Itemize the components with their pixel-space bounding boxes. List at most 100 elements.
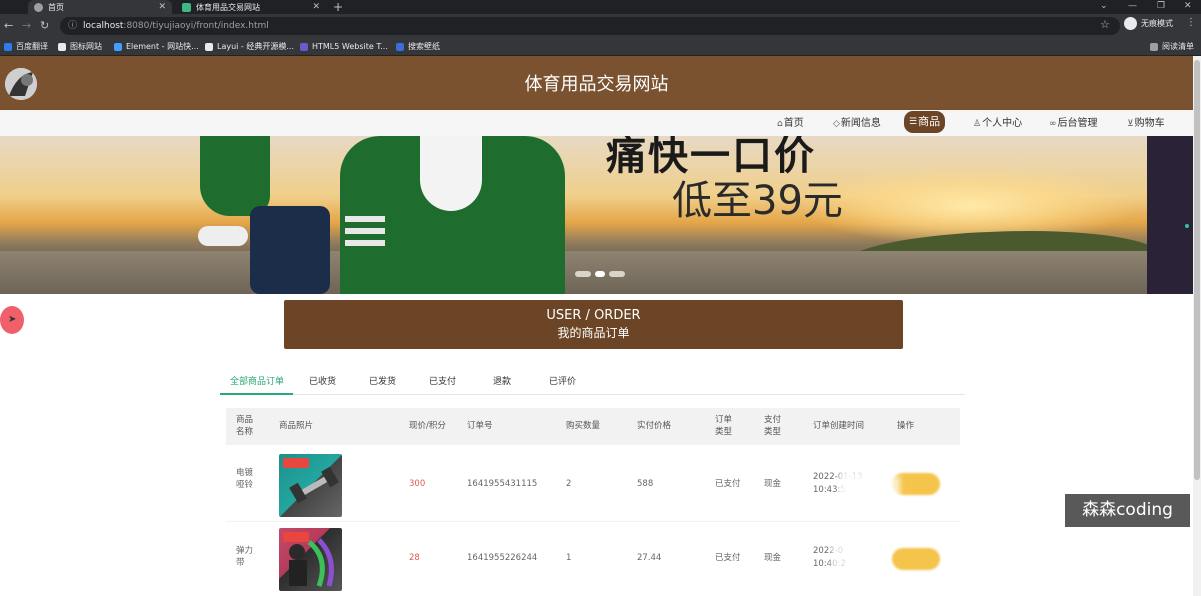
tab-received[interactable]: 已收货 [309, 376, 336, 388]
nav-label: 首页 [783, 118, 804, 129]
globe-icon [34, 2, 43, 12]
forward-icon[interactable]: → [22, 19, 31, 33]
bookmark-label: HTML5 Website T... [312, 42, 388, 51]
carousel-dot[interactable] [575, 271, 591, 277]
info-icon: ⓘ [68, 21, 78, 31]
banner-model-shirt [420, 136, 482, 211]
carousel-dot-active[interactable] [595, 271, 605, 277]
nav-label: 新闻信息 [840, 118, 881, 129]
order-section-header: USER / ORDER 我的商品订单 [284, 300, 903, 349]
close-icon[interactable]: ✕ [312, 0, 320, 14]
page-viewport: 体育用品交易网站 ⌂ 首页 ◇ 新闻信息 ☰ 商品 ♙ 个人中心 ∞ 后台管理 ⊻ 购物车 … [0, 56, 1201, 596]
url-path: :8080/tiyujiaoyi/front/index.html [123, 21, 269, 31]
col-header: 现价/积分 [409, 421, 446, 431]
product-name: 弹力带 [236, 546, 254, 568]
resistance-band-icon [289, 538, 334, 587]
tab-refund[interactable]: 退款 [493, 376, 511, 388]
bookmark-item[interactable]: Layui - 经典开源模... [205, 41, 294, 53]
bookmark-star-icon[interactable]: ☆ [1100, 18, 1110, 31]
browser-tab-site[interactable]: 体育用品交易网站 ✕ [176, 0, 326, 14]
nav-item-admin[interactable]: ∞ 后台管理 [1049, 115, 1098, 133]
close-icon[interactable]: ✕ [158, 0, 166, 14]
price: 300 [409, 479, 426, 489]
site-header: 体育用品交易网站 [0, 56, 1193, 110]
carousel-dot[interactable] [609, 271, 625, 277]
carousel-dots [575, 271, 625, 277]
nav-item-cart[interactable]: ⊻ 购物车 [1127, 115, 1165, 133]
element-icon [114, 43, 122, 51]
order-title-en: USER / ORDER [546, 308, 641, 323]
bookmark-item[interactable]: 搜索壁纸 [396, 41, 440, 53]
quantity: 1 [566, 553, 572, 563]
order-number: 1641955431115 [467, 479, 538, 489]
tab-paid[interactable]: 已支付 [429, 376, 456, 388]
incognito-profile[interactable]: 无痕模式 [1124, 17, 1173, 30]
bookmark-item[interactable]: Element - 网站快... [114, 41, 199, 53]
more-menu-icon[interactable]: ⋮ [1186, 17, 1196, 28]
minimize-icon[interactable]: — [1128, 0, 1137, 12]
site-title: 体育用品交易网站 [524, 74, 669, 95]
new-tab-button[interactable]: + [333, 0, 343, 14]
col-header: 订单类型 [715, 415, 733, 437]
banner-stripe [345, 240, 385, 246]
banner-road [0, 251, 1147, 294]
html5-icon [300, 43, 308, 51]
paid-amount: 27.44 [637, 553, 662, 563]
browser-tab-home[interactable]: 首页 ✕ [28, 0, 172, 14]
layui-icon [205, 43, 213, 51]
translate-icon [4, 43, 12, 51]
bookmark-item[interactable]: 百度翻译 [4, 41, 48, 53]
url-input[interactable]: ⓘ localhost:8080/tiyujiaoyi/front/index.h… [60, 17, 1120, 35]
reload-icon[interactable]: ↻ [40, 19, 49, 33]
cursor-icon: ➤ [8, 314, 17, 325]
order-tabs: 全部商品订单 已收货 已发货 已支付 退款 已评价 [220, 372, 965, 395]
banner-model-left-jeans [250, 206, 330, 294]
tab-search-icon[interactable]: ⌄ [1100, 0, 1108, 12]
banner-headline: 痛快一口价 [606, 136, 816, 179]
order-title-cn: 我的商品订单 [557, 326, 630, 340]
promo-banner[interactable]: 痛快一口价 低至39元 [0, 136, 1147, 294]
bookmark-label: 百度翻译 [16, 42, 48, 51]
window-close-icon[interactable]: ✕ [1184, 0, 1192, 12]
order-type: 已支付 [715, 553, 741, 563]
nav-item-products[interactable]: ☰ 商品 [904, 111, 946, 133]
product-photo[interactable] [279, 528, 342, 591]
page-scrollbar[interactable] [1193, 56, 1201, 596]
address-bar: ← → ↻ ⓘ localhost:8080/tiyujiaoyi/front/i… [0, 14, 1201, 38]
nav-item-home[interactable]: ⌂ 首页 [777, 115, 804, 133]
nav-item-profile[interactable]: ♙ 个人中心 [973, 115, 1022, 133]
bookmark-item[interactable]: 图标网站 [58, 41, 102, 53]
nav-item-news[interactable]: ◇ 新闻信息 [833, 115, 881, 133]
back-icon[interactable]: ← [4, 19, 13, 33]
nav-label: 购物车 [1134, 118, 1165, 129]
col-header: 商品照片 [279, 421, 314, 431]
bookmark-item[interactable]: HTML5 Website T... [300, 41, 388, 53]
maximize-icon[interactable]: ❐ [1157, 0, 1165, 12]
product-name: 电镀哑铃 [236, 468, 254, 490]
order-number: 1641955226244 [467, 553, 538, 563]
price: 28 [409, 553, 420, 563]
paid-amount: 588 [637, 479, 654, 489]
reading-list[interactable]: 阅读清单 [1150, 41, 1194, 53]
col-header: 操作 [897, 421, 915, 431]
user-icon: ♙ [973, 119, 982, 129]
main-nav: ⌂ 首页 ◇ 新闻信息 ☰ 商品 ♙ 个人中心 ∞ 后台管理 ⊻ 购物车 [0, 110, 1193, 136]
bookmark-label: Layui - 经典开源模... [217, 42, 294, 51]
url-host: localhost [83, 21, 124, 31]
order-action-button[interactable] [892, 548, 940, 570]
wallpaper-icon [396, 43, 404, 51]
product-photo[interactable] [279, 454, 342, 517]
bookmark-label: Element - 网站快... [126, 42, 199, 51]
bookmarks-bar: 百度翻译 图标网站 Element - 网站快... Layui - 经典开源模… [0, 38, 1201, 56]
banner-next-slide [1147, 136, 1193, 294]
tab-shipped[interactable]: 已发货 [369, 376, 396, 388]
nav-label: 个人中心 [982, 118, 1023, 129]
video-watermark: 森森coding [1065, 494, 1190, 527]
tab-all-orders[interactable]: 全部商品订单 [230, 376, 284, 388]
blur-overlay [831, 540, 881, 574]
reading-list-icon [1150, 43, 1158, 51]
tab-reviewed[interactable]: 已评价 [549, 376, 576, 388]
col-header: 订单号 [467, 421, 493, 431]
scrollbar-thumb[interactable] [1194, 60, 1200, 480]
banner-model-shoe [198, 226, 248, 246]
